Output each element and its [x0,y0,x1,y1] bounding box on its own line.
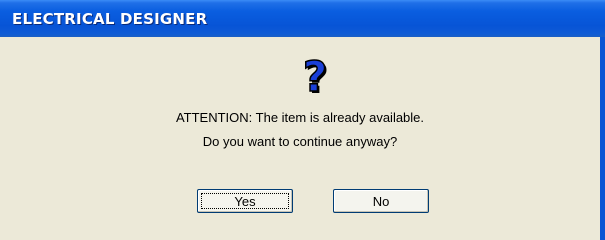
window-frame-right [600,37,605,240]
title-bar[interactable]: ELECTRICAL DESIGNER [0,0,605,37]
message-line-2: Do you want to continue anyway? [202,134,398,149]
question-mark-icon: ? ? [302,57,329,101]
svg-text:?: ? [303,57,327,101]
no-button[interactable]: No [333,189,429,213]
message-dialog: ELECTRICAL DESIGNER ? ? ATTENTION: The i… [0,0,605,240]
focus-rectangle [201,193,289,209]
no-button-label: No [372,193,390,209]
yes-button[interactable]: Yes [197,189,293,213]
window-title: ELECTRICAL DESIGNER [12,10,208,28]
message-line-1: ATTENTION: The item is already available… [175,110,425,125]
dialog-body: ? ? ATTENTION: The item is already avail… [0,37,600,240]
